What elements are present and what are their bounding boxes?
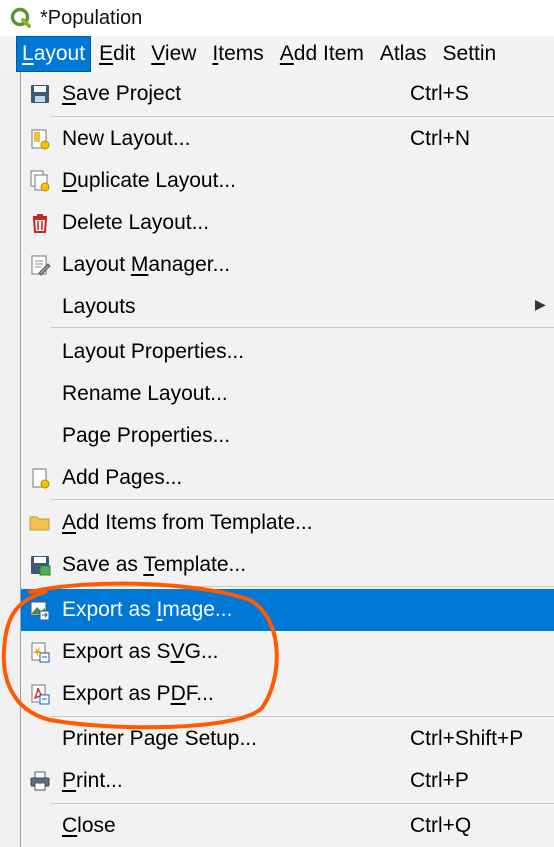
menu-label: Rename Layout... [62,382,228,405]
export-svg-icon [31,642,50,663]
save-template-icon [31,556,51,576]
menu-label: Delete Layout... [62,211,210,234]
trash-icon [32,214,48,233]
menu-label: Layouts [62,295,136,318]
title-bar: *Population [0,0,554,36]
folder-icon [29,516,50,531]
menu-atlas[interactable]: Atlas [372,36,435,72]
layout-manager-icon [31,255,51,276]
menu-label: Add Pages... [62,466,183,489]
menu-label: Printer Page Setup... [62,727,257,750]
export-image-icon [30,601,50,621]
menu-item-save-project[interactable]: Save Project Ctrl+S [21,73,554,115]
separator [51,803,554,804]
menu-label: New Layout... [62,127,191,150]
menu-settings[interactable]: Settin [435,36,505,72]
menu-layout[interactable]: Layout [16,36,92,72]
chevron-right-icon: ▶ [535,296,546,312]
export-pdf-icon [31,684,50,705]
menu-item-rename-layout[interactable]: Rename Layout... [21,373,554,415]
menu-item-add-items-from-template[interactable]: Add Items from Template... [21,502,554,544]
separator [51,716,554,717]
separator [51,327,554,328]
menu-item-close[interactable]: Close Ctrl+Q [21,805,554,847]
layout-menu-dropdown: Save Project Ctrl+S New Layout... Ctrl+N… [20,72,554,847]
add-pages-icon [32,468,50,489]
menu-item-save-as-template[interactable]: Save as Template... [21,544,554,586]
window-title: *Population [40,6,143,29]
menu-item-print[interactable]: Print... Ctrl+P [21,760,554,802]
new-layout-icon [31,129,50,150]
menu-add-item[interactable]: Add Item [272,36,372,72]
menu-item-page-properties[interactable]: Page Properties... [21,415,554,457]
shortcut: Ctrl+N [410,127,471,150]
printer-icon [30,771,50,791]
shortcut: Ctrl+S [410,82,469,105]
shortcut: Ctrl+P [410,769,469,792]
shortcut: Ctrl+Q [410,814,472,837]
menu-item-export-image[interactable]: Export as Image... [21,589,554,631]
save-icon [31,85,49,103]
duplicate-layout-icon [30,170,50,192]
menu-item-layout-properties[interactable]: Layout Properties... [21,331,554,373]
menu-item-printer-page-setup[interactable]: Printer Page Setup... Ctrl+Shift+P [21,718,554,760]
menu-edit[interactable]: Edit [91,36,143,72]
menu-bar: Layout Edit View Items Add Item Atlas Se… [0,36,554,72]
menu-item-export-svg[interactable]: Export as SVG... [21,631,554,673]
menu-item-add-pages[interactable]: Add Pages... [21,457,554,499]
separator [51,116,554,117]
background-area [0,72,20,847]
menu-item-delete-layout[interactable]: Delete Layout... [21,202,554,244]
menu-item-layout-manager[interactable]: Layout Manager... [21,244,554,286]
menu-item-export-pdf[interactable]: Export as PDF... [21,673,554,715]
qgis-logo-icon [10,7,31,28]
menu-item-duplicate-layout[interactable]: Duplicate Layout... [21,160,554,202]
menu-label: Page Properties... [62,424,231,447]
separator [51,586,554,587]
menu-item-layouts[interactable]: Layouts ▶ [21,286,554,328]
shortcut: Ctrl+Shift+P [410,727,524,750]
menu-view[interactable]: View [143,36,204,72]
separator [51,499,554,500]
menu-label: Layout Properties... [62,340,245,363]
menu-items[interactable]: Items [204,36,271,72]
menu-item-new-layout[interactable]: New Layout... Ctrl+N [21,118,554,160]
